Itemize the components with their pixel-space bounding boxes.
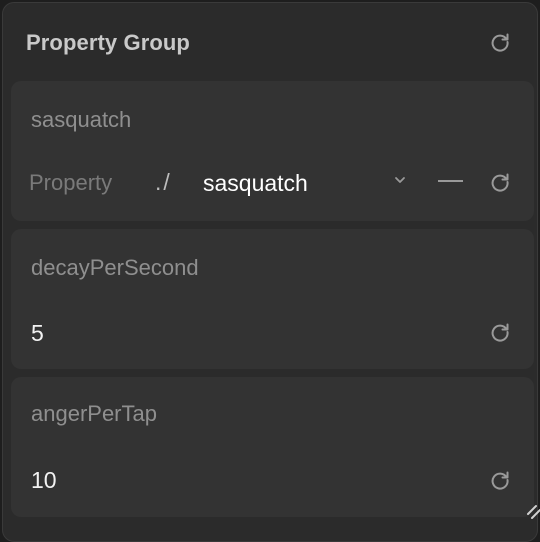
reset-anger-per-tap-button[interactable] (487, 467, 513, 493)
property-group-panel: Property Group sasquatch Property ./ sas… (2, 2, 538, 542)
reset-icon (491, 323, 509, 342)
property-name-label: sasquatch (31, 107, 132, 132)
reset-icon (491, 173, 509, 192)
select-value: sasquatch (203, 170, 308, 196)
remove-property-button[interactable] (433, 167, 467, 193)
property-value-field[interactable]: 5 (31, 320, 44, 347)
minus-icon (438, 180, 463, 182)
reset-group-button[interactable] (487, 29, 513, 55)
reset-icon (491, 33, 509, 52)
reset-icon (491, 471, 509, 490)
property-value-field[interactable]: 10 (31, 467, 57, 494)
panel-header: Property Group (3, 3, 537, 81)
property-row-label: Property (29, 170, 113, 195)
property-card-anger-per-tap: angerPerTap 10 (11, 377, 534, 517)
reset-sasquatch-button[interactable] (487, 169, 513, 195)
property-select[interactable]: sasquatch (197, 161, 413, 201)
panel-title: Property Group (26, 30, 190, 55)
property-card-decay-per-second: decayPerSecond 5 (11, 229, 534, 369)
property-name-label: decayPerSecond (31, 255, 199, 280)
chevron-down-icon (395, 177, 405, 183)
property-name-label: angerPerTap (31, 401, 157, 426)
resize-handle-icon[interactable] (524, 498, 540, 522)
property-card-sasquatch: sasquatch Property ./ sasquatch (11, 81, 534, 221)
path-prefix: ./ (155, 169, 172, 195)
reset-decay-per-second-button[interactable] (487, 319, 513, 345)
